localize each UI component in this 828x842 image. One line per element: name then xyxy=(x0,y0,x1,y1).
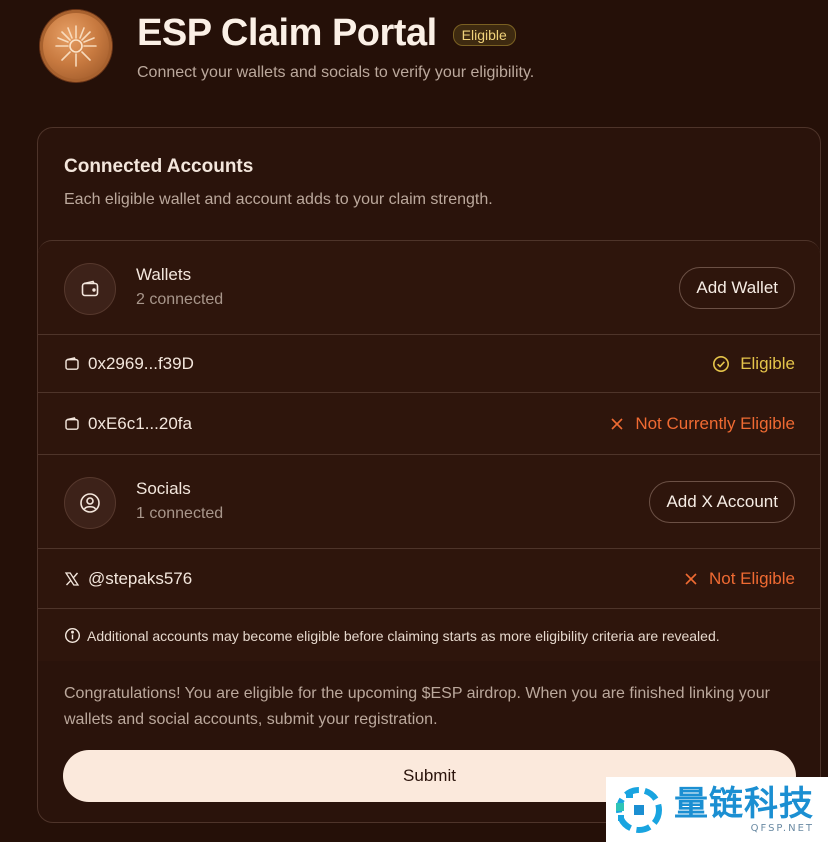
eligibility-badge: Eligible xyxy=(452,23,516,46)
social-row: @stepaks576 Not Eligible xyxy=(38,549,820,609)
wallet-icon xyxy=(64,263,116,315)
wallet-row: 0x2969...f39D Eligible xyxy=(38,335,820,393)
title-row: ESP Claim Portal Eligible xyxy=(137,12,516,55)
wallets-title: Wallets xyxy=(136,265,192,284)
connected-accounts-card: Connected Accounts Each eligible wallet … xyxy=(37,127,821,823)
watermark-cn: 量链科技 xyxy=(674,784,814,824)
watermark-en: QFSP.NET xyxy=(750,823,814,834)
wallet-row: 0xE6c1...20fa Not Currently Eligible xyxy=(38,393,820,455)
watermark: 量链科技 QFSP.NET xyxy=(606,777,828,842)
status-text: Not Currently Eligible xyxy=(635,413,795,433)
x-logo-icon xyxy=(64,571,80,586)
socials-title: Socials xyxy=(136,479,191,498)
wallet-address-text: 0x2969...f39D xyxy=(88,353,194,373)
add-x-account-button[interactable]: Add X Account xyxy=(649,481,795,523)
add-wallet-button[interactable]: Add Wallet xyxy=(679,267,795,309)
wallets-group-text: Wallets 2 connected xyxy=(136,265,223,309)
x-icon xyxy=(685,572,697,585)
status-not-eligible: Not Currently Eligible xyxy=(609,393,795,454)
page-title: ESP Claim Portal xyxy=(137,12,437,54)
wallet-address-text: 0xE6c1...20fa xyxy=(88,413,192,433)
watermark-logo-icon xyxy=(616,786,662,833)
page-subtitle: Connect your wallets and socials to veri… xyxy=(137,64,535,81)
watermark-text: 量链科技 QFSP.NET xyxy=(674,785,814,834)
wallets-count: 2 connected xyxy=(136,291,224,308)
card-subtitle: Each eligible wallet and account adds to… xyxy=(64,191,493,208)
info-note: Additional accounts may become eligible … xyxy=(38,609,820,662)
congrats-message: Congratulations! You are eligible for th… xyxy=(64,685,770,728)
status-text: Not Eligible xyxy=(709,568,795,588)
wallet-address: 0xE6c1...20fa xyxy=(64,393,192,454)
accounts-list: Wallets 2 connected Add Wallet 0x2969...… xyxy=(38,240,820,661)
status-not-eligible: Not Eligible xyxy=(683,549,795,608)
info-note-text: Additional accounts may become eligible … xyxy=(87,627,720,644)
user-circle-icon xyxy=(64,477,116,529)
sun-burst-icon xyxy=(55,25,97,67)
wallet-address: 0x2969...f39D xyxy=(64,335,194,392)
socials-group-row: Socials 1 connected Add X Account xyxy=(38,455,820,549)
card-header: Connected Accounts Each eligible wallet … xyxy=(64,156,493,209)
social-handle-text: @stepaks576 xyxy=(88,568,193,588)
x-icon xyxy=(611,417,623,430)
status-text: Eligible xyxy=(740,353,795,373)
wallet-icon xyxy=(65,356,79,370)
check-circle-icon xyxy=(713,355,730,372)
info-icon xyxy=(64,627,81,644)
wallets-group-row: Wallets 2 connected Add Wallet xyxy=(38,241,820,335)
wallet-icon xyxy=(65,416,79,430)
card-title: Connected Accounts xyxy=(64,156,254,177)
esp-logo xyxy=(40,10,112,82)
status-eligible: Eligible xyxy=(712,335,795,392)
socials-count: 1 connected xyxy=(136,505,224,522)
socials-group-text: Socials 1 connected xyxy=(136,479,223,523)
social-handle: @stepaks576 xyxy=(64,549,192,608)
